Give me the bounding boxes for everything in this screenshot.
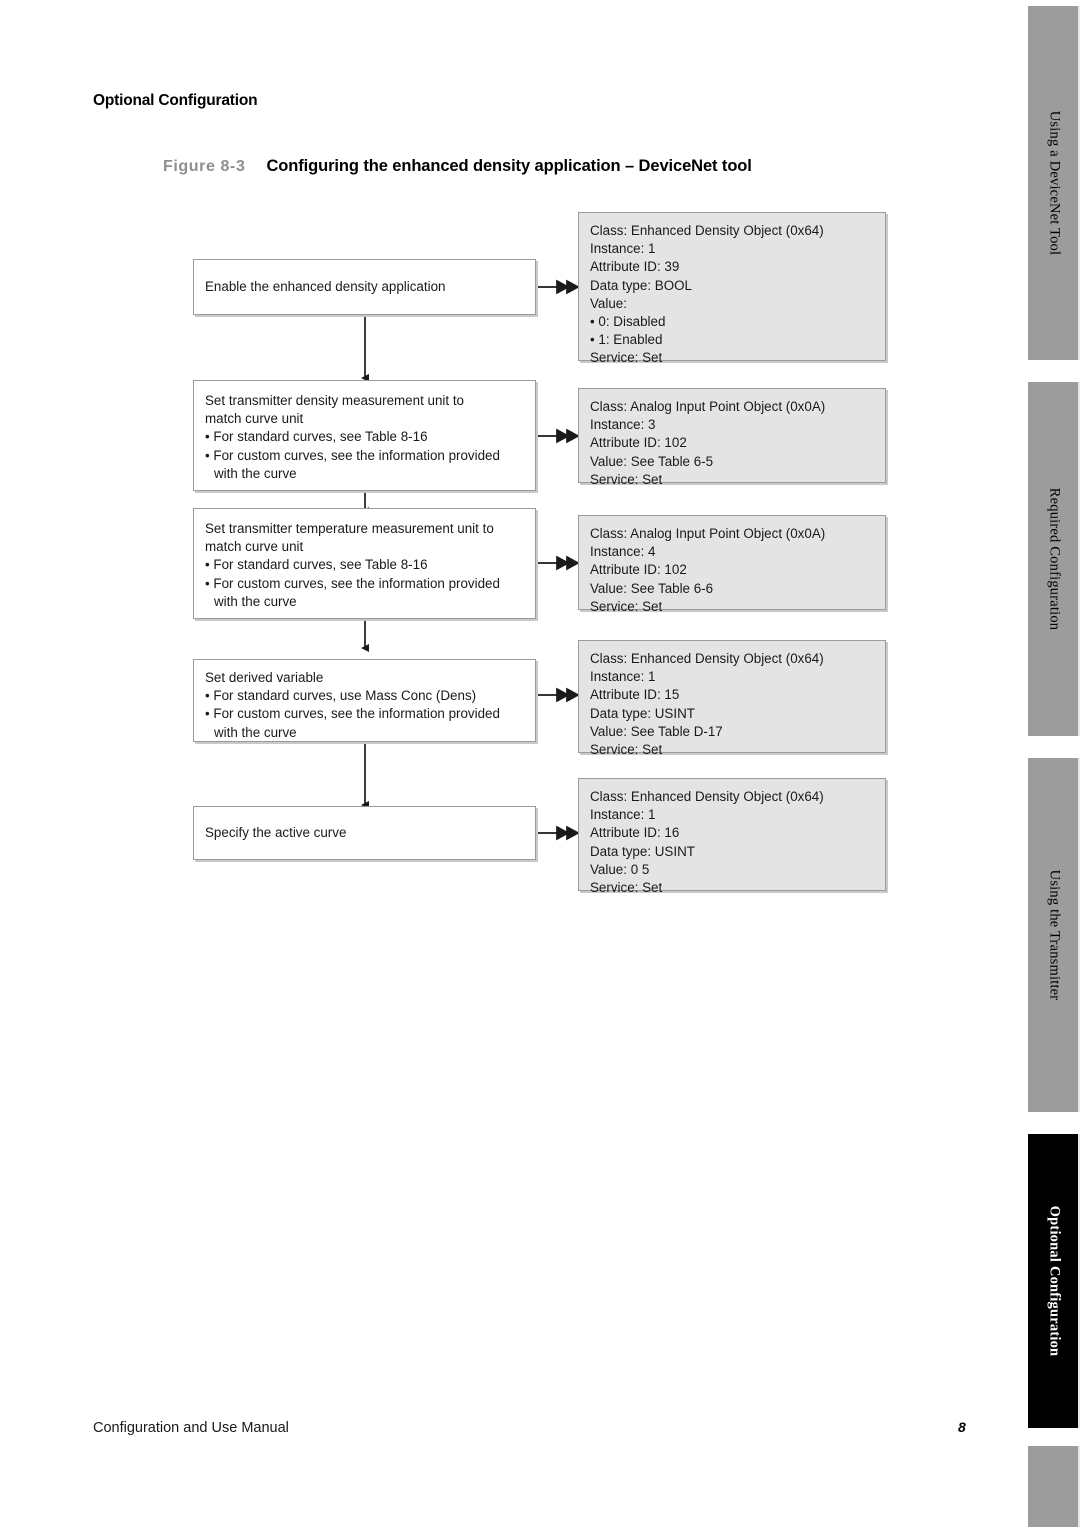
footer-page-number: 8 xyxy=(958,1419,966,1435)
detail-line: Class: Enhanced Density Object (0x64) xyxy=(590,651,824,666)
detail-line: Data type: BOOL xyxy=(590,277,692,293)
detail-line: • 0: Disabled xyxy=(590,314,666,330)
detail-line: Attribute ID: 102 xyxy=(590,435,687,451)
sidebar-tab-required-configuration[interactable]: Required Configuration xyxy=(1028,382,1080,736)
document-page: Optional Configuration Figure 8-3 Configu… xyxy=(0,0,1080,1527)
detail-line: Class: Analog Input Point Object (0x0A) xyxy=(590,526,826,541)
detail-line: Service: Set xyxy=(590,880,663,896)
detail-box-set-temperature-unit: Class: Analog Input Point Object (0x0A) … xyxy=(578,515,886,614)
detail-line: Instance: 1 xyxy=(590,669,656,685)
detail-line: Instance: 4 xyxy=(590,544,656,560)
step-box-enable-enhanced-density: Enable the enhanced density application xyxy=(193,259,536,315)
step-bullet: • For standard curves, see Table 8-16 xyxy=(205,429,428,445)
detail-line: Data type: USINT xyxy=(590,843,695,859)
detail-line: Attribute ID: 39 xyxy=(590,259,680,275)
detail-line: Value: See Table 6-6 xyxy=(590,580,714,596)
step-box-set-derived-variable: Set derived variable • For standard curv… xyxy=(193,659,536,742)
detail-line: Instance: 1 xyxy=(590,241,656,257)
step-bullet-continuation: with the curve xyxy=(214,465,297,481)
sidebar-tab-using-a-devicenet-tool[interactable]: Using a DeviceNet Tool xyxy=(1028,6,1080,360)
step-line: match curve unit xyxy=(205,411,304,427)
step-box-set-density-unit: Set transmitter density measurement unit… xyxy=(193,380,536,491)
step-bullet: • For standard curves, see Table 8-16 xyxy=(205,557,428,573)
detail-line: Value: 0 5 xyxy=(590,861,650,877)
step-bullet-continuation: with the curve xyxy=(214,593,297,609)
step-bullet: • For custom curves, see the information… xyxy=(205,447,500,463)
detail-line: Service: Set xyxy=(590,350,663,366)
detail-line: Instance: 1 xyxy=(590,807,656,823)
step-bullet: • For custom curves, see the information… xyxy=(205,706,500,722)
sidebar-tab-label: Using the Transmitter xyxy=(1046,869,1063,1001)
step-line: Specify the active curve xyxy=(205,824,347,840)
footer-manual-title: Configuration and Use Manual xyxy=(93,1420,289,1436)
section-tab-rail: Using a DeviceNet Tool Required Configur… xyxy=(1022,0,1080,1527)
detail-line: Service: Set xyxy=(590,471,663,487)
step-bullet: • For standard curves, use Mass Conc (De… xyxy=(205,688,477,704)
step-bullet: • For custom curves, see the information… xyxy=(205,575,500,591)
detail-line: Service: Set xyxy=(590,742,663,758)
step-bullet-continuation: with the curve xyxy=(214,724,297,740)
step-line: Set transmitter density measurement unit… xyxy=(205,393,464,408)
detail-line: Class: Enhanced Density Object (0x64) xyxy=(590,223,824,238)
flowchart: Enable the enhanced density application … xyxy=(0,0,1010,940)
step-box-specify-active-curve: Specify the active curve xyxy=(193,806,536,860)
detail-box-set-derived-variable: Class: Enhanced Density Object (0x64) In… xyxy=(578,640,886,757)
sidebar-tab-label: Required Configuration xyxy=(1046,487,1063,631)
detail-line: Attribute ID: 102 xyxy=(590,562,687,578)
detail-box-set-density-unit: Class: Analog Input Point Object (0x0A) … xyxy=(578,388,886,487)
detail-line: Class: Enhanced Density Object (0x64) xyxy=(590,789,824,804)
detail-line: Value: See Table D-17 xyxy=(590,723,723,739)
step-line: Enable the enhanced density application xyxy=(205,278,446,294)
step-line: Set transmitter temperature measurement … xyxy=(205,521,494,536)
sidebar-tab-label: Using a DeviceNet Tool xyxy=(1046,110,1063,256)
sidebar-tab-using-the-transmitter[interactable]: Using the Transmitter xyxy=(1028,758,1080,1112)
detail-box-enable-enhanced-density: Class: Enhanced Density Object (0x64) In… xyxy=(578,212,886,365)
detail-line: Class: Analog Input Point Object (0x0A) xyxy=(590,399,826,414)
detail-line: • 1: Enabled xyxy=(590,332,663,348)
step-line: Set derived variable xyxy=(205,670,324,685)
sidebar-tab-optional-configuration[interactable]: Optional Configuration xyxy=(1028,1134,1080,1428)
step-box-set-temperature-unit: Set transmitter temperature measurement … xyxy=(193,508,536,619)
sidebar-tab-next[interactable] xyxy=(1028,1446,1080,1527)
sidebar-tab-label: Optional Configuration xyxy=(1046,1205,1063,1357)
detail-line: Value: See Table 6-5 xyxy=(590,453,714,469)
detail-line: Data type: USINT xyxy=(590,705,695,721)
detail-line: Value: xyxy=(590,295,627,311)
detail-line: Attribute ID: 16 xyxy=(590,825,680,841)
detail-line: Instance: 3 xyxy=(590,417,656,433)
step-line: match curve unit xyxy=(205,539,304,555)
detail-box-specify-active-curve: Class: Enhanced Density Object (0x64) In… xyxy=(578,778,886,895)
detail-line: Attribute ID: 15 xyxy=(590,687,680,703)
detail-line: Service: Set xyxy=(590,598,663,614)
